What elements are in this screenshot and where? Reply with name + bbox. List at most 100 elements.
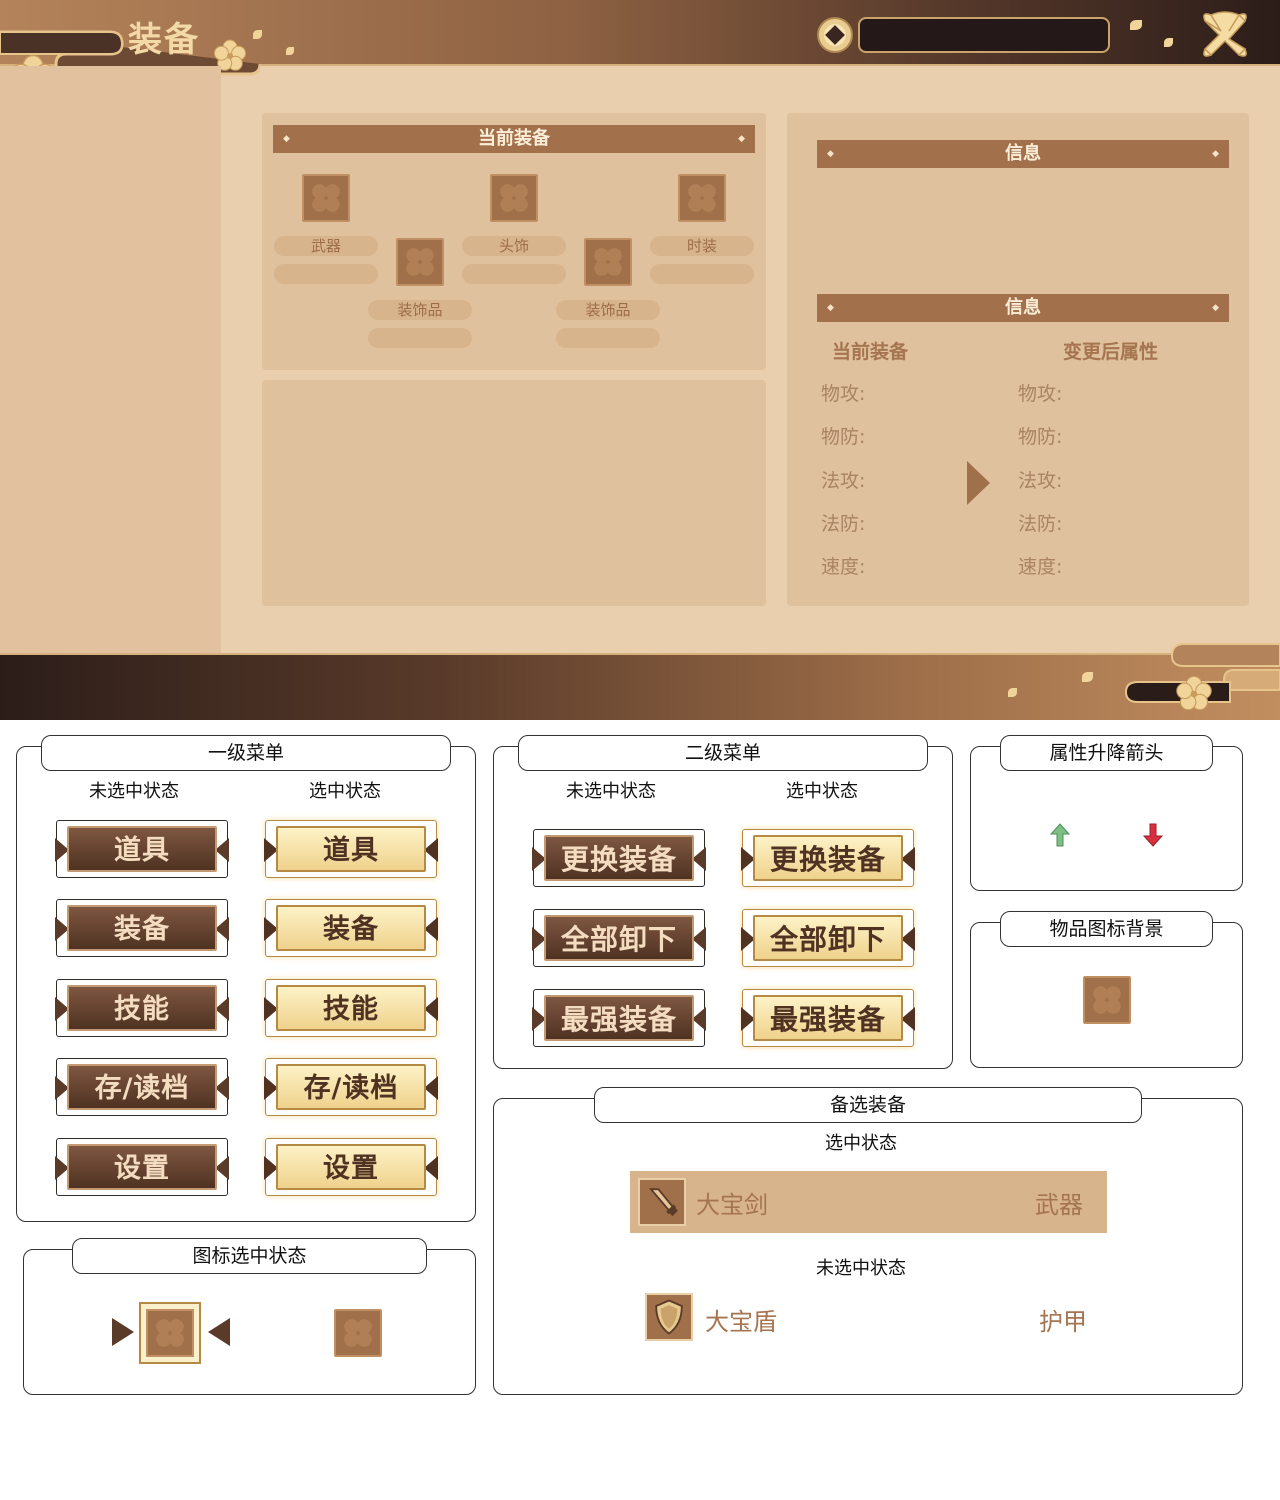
accessory-value-2: [556, 328, 660, 348]
sakura-icon: [1176, 675, 1212, 711]
button-label: 最强装备: [753, 995, 903, 1041]
menu2-item-on[interactable]: 最强装备: [741, 989, 915, 1047]
menu2-item-on[interactable]: 更换装备: [741, 829, 915, 887]
button-label: 道具: [276, 826, 426, 872]
clover-icon: [156, 1319, 184, 1347]
inventory-list-panel: [262, 380, 766, 606]
button-label: 存/读档: [67, 1064, 217, 1110]
petal-icon: [1130, 20, 1142, 30]
stat-label: 法防:: [1018, 513, 1063, 535]
button-label: 全部卸下: [753, 915, 903, 961]
coin-icon: [817, 17, 853, 53]
alt-unselected-caption: 未选中状态: [816, 1258, 906, 1279]
menu-flower-icon[interactable]: [1198, 8, 1252, 62]
clover-icon: [312, 184, 340, 212]
weapon-label: 武器: [274, 236, 378, 256]
stat-down-arrow-icon: [1143, 823, 1163, 847]
stat-up-arrow-icon: [1050, 823, 1070, 847]
headwear-slot[interactable]: [490, 174, 538, 222]
currency-field: [858, 17, 1110, 53]
menu1-item-off[interactable]: 道具: [55, 820, 229, 878]
menu1-off-caption: 未选中状态: [89, 781, 179, 802]
icon-selected-frame[interactable]: [139, 1302, 201, 1364]
outfit-label: 时装: [650, 236, 754, 256]
alt-equip-type-2: 护甲: [1039, 1308, 1087, 1336]
selector-arrow-icon: [208, 1318, 230, 1346]
stat-label: 法攻:: [821, 470, 866, 492]
alt-equip-name-2[interactable]: 大宝盾: [705, 1302, 777, 1337]
alt-equip-type: 武器: [1035, 1191, 1083, 1219]
selector-arrow-icon: [112, 1318, 134, 1346]
stat-label: 速度:: [821, 556, 866, 578]
button-label: 道具: [67, 826, 217, 872]
accessory-label: 装饰品: [368, 300, 472, 320]
clover-icon: [406, 248, 434, 276]
alt-equip-title: 备选装备: [594, 1087, 1142, 1123]
accessory-slot-2[interactable]: [584, 238, 632, 286]
stat-label: 物防:: [821, 426, 866, 448]
button-label: 技能: [276, 985, 426, 1031]
petal-icon: [1082, 672, 1093, 682]
petal-icon: [1008, 688, 1017, 697]
equip-banner: 当前装备: [273, 125, 755, 153]
weapon-value: [274, 264, 378, 284]
clover-icon: [594, 248, 622, 276]
icon-unselected-slot[interactable]: [334, 1309, 382, 1357]
petal-icon: [1164, 38, 1173, 47]
button-label: 装备: [276, 905, 426, 951]
button-label: 技能: [67, 985, 217, 1031]
alt-selected-caption: 选中状态: [825, 1133, 897, 1154]
button-label: 全部卸下: [544, 915, 694, 961]
menu2-item-off[interactable]: 更换装备: [532, 829, 706, 887]
weapon-slot[interactable]: [302, 174, 350, 222]
menu2-title: 二级菜单: [518, 735, 928, 771]
accessory-label-2: 装饰品: [556, 300, 660, 320]
clover-icon: [344, 1319, 372, 1347]
current-equip-header: 当前装备: [832, 341, 909, 363]
stats-banner: 信息: [817, 294, 1229, 322]
headwear-label: 头饰: [462, 236, 566, 256]
menu1-item-off[interactable]: 设置: [55, 1138, 229, 1196]
info-banner: 信息: [817, 140, 1229, 168]
outfit-value: [650, 264, 754, 284]
button-label: 更换装备: [544, 835, 694, 881]
stat-label: 物攻:: [1018, 383, 1063, 405]
after-change-header: 变更后属性: [1063, 341, 1159, 363]
button-label: 设置: [276, 1144, 426, 1190]
menu1-title: 一级菜单: [41, 735, 451, 771]
item-icon-background: [1083, 976, 1131, 1024]
icon-select-title: 图标选中状态: [72, 1238, 427, 1274]
arrows-title: 属性升降箭头: [1000, 735, 1213, 771]
accessory-slot[interactable]: [396, 238, 444, 286]
button-label: 最强装备: [544, 995, 694, 1041]
menu1-item-off[interactable]: 技能: [55, 979, 229, 1037]
alt-equip-row-selected[interactable]: 大宝剑 武器: [630, 1171, 1107, 1233]
shield-icon: [645, 1293, 693, 1341]
menu2-item-off[interactable]: 最强装备: [532, 989, 706, 1047]
menu2-item-on[interactable]: 全部卸下: [741, 909, 915, 967]
menu1-on-caption: 选中状态: [309, 781, 381, 802]
stat-label: 法防:: [821, 513, 866, 535]
outfit-slot[interactable]: [678, 174, 726, 222]
button-label: 设置: [67, 1144, 217, 1190]
headwear-value: [462, 264, 566, 284]
icon-selected-slot: [146, 1309, 194, 1357]
petal-icon: [286, 47, 294, 55]
sword-icon: [638, 1178, 686, 1226]
clover-icon: [500, 184, 528, 212]
menu1-item-on[interactable]: 技能: [264, 979, 438, 1037]
menu1-item-on[interactable]: 道具: [264, 820, 438, 878]
button-label: 存/读档: [276, 1064, 426, 1110]
stat-label: 速度:: [1018, 556, 1063, 578]
arrow-right-icon: [967, 461, 990, 505]
petal-icon: [253, 30, 262, 39]
menu1-item-on[interactable]: 装备: [264, 899, 438, 957]
equipment-screen: 装备 当前装备 武器 头饰 时装: [0, 0, 1280, 720]
menu2-off-caption: 未选中状态: [566, 781, 656, 802]
clover-icon: [1093, 986, 1121, 1014]
menu1-item-on[interactable]: 设置: [264, 1138, 438, 1196]
menu1-item-off[interactable]: 装备: [55, 899, 229, 957]
menu1-item-on[interactable]: 存/读档: [264, 1058, 438, 1116]
menu1-item-off[interactable]: 存/读档: [55, 1058, 229, 1116]
menu2-item-off[interactable]: 全部卸下: [532, 909, 706, 967]
